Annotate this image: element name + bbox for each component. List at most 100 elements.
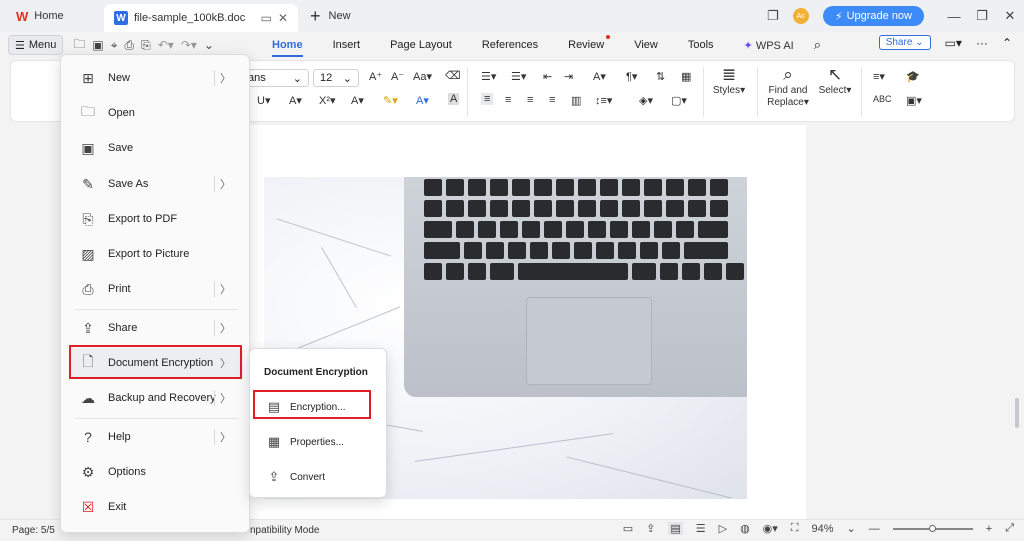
menu-item-help[interactable]: ? Help 〉 (71, 422, 243, 452)
char-shading-icon[interactable]: A (448, 93, 460, 105)
line-spacing-icon[interactable]: ↕≡▾ (595, 94, 612, 107)
clear-format-icon[interactable]: ⌫ (445, 69, 461, 82)
page-indicator[interactable]: Page: 5/5 (12, 525, 55, 536)
close-tab-icon[interactable]: ✕ (278, 11, 288, 25)
select-button[interactable]: ↖ Select▾ (815, 66, 855, 97)
menu-item-share[interactable]: ⇪ Share 〉 (71, 313, 243, 343)
picture-select-icon[interactable]: ▣▾ (906, 94, 922, 107)
submenu-item-properties[interactable]: ▦ Properties... (258, 429, 382, 455)
menu-item-save[interactable]: ▣ Save (71, 133, 243, 163)
tab-review[interactable]: Review (568, 35, 611, 51)
maximize-icon[interactable]: ❐ (968, 8, 996, 24)
menu-item-backup-recovery[interactable]: ☁ Backup and Recovery 〉 (71, 383, 243, 413)
submenu-item-convert[interactable]: ⇪ Convert (258, 464, 382, 490)
table-border-icon[interactable]: ▦ (681, 70, 691, 83)
paragraph-mark-icon[interactable]: ¶▾ (626, 70, 637, 83)
page-view-icon[interactable]: ▤ (668, 522, 683, 535)
asian-layout-icon[interactable]: A▾ (593, 70, 606, 83)
graduation-cap-icon[interactable]: 🎓 (906, 70, 920, 83)
list-view-icon[interactable]: ☰ (696, 522, 706, 535)
shading-icon[interactable]: ◈▾ (639, 94, 653, 107)
underline-icon[interactable]: U▾ (257, 94, 270, 107)
scrollbar-thumb[interactable] (1015, 398, 1019, 428)
font-size-combo[interactable]: 12 ⌄ (313, 69, 359, 87)
collapse-ribbon-icon[interactable]: ⌃ (1002, 36, 1012, 50)
menu-item-print[interactable]: ⎙ Print 〉 (71, 274, 243, 304)
menu-item-export-pdf[interactable]: ⎘ Export to PDF (71, 204, 243, 234)
align-right-icon[interactable]: ≡ (527, 94, 533, 106)
menu-item-exit[interactable]: ☒ Exit (71, 492, 243, 522)
zoom-in-icon[interactable]: + (986, 523, 992, 535)
menu-item-new[interactable]: ⊞ New 〉 (71, 63, 243, 93)
indent-icon[interactable]: ⇥ (564, 70, 573, 83)
borders-icon[interactable]: ▢▾ (671, 94, 687, 107)
minimize-icon[interactable]: — (940, 9, 968, 24)
tab-home[interactable]: Home (272, 39, 303, 57)
document-tab[interactable]: W file-sample_100kB.doc ▭ ✕ (104, 4, 298, 32)
styles-button[interactable]: ≣ Styles▾ (711, 66, 747, 97)
zoom-slider[interactable] (892, 524, 973, 532)
menu-item-export-picture[interactable]: ▨ Export to Picture (71, 239, 243, 269)
undo-icon[interactable]: ↶▾ (158, 38, 174, 52)
align-center-icon[interactable]: ≡ (505, 94, 511, 106)
search-icon[interactable]: ⌕ (814, 37, 821, 53)
zoom-out-icon[interactable]: — (869, 523, 880, 535)
menu-item-save-as[interactable]: ✎ Save As 〉 (71, 169, 243, 199)
distribute-icon[interactable]: ▥ (571, 94, 581, 107)
menu-item-open[interactable]: 🗀 Open (71, 98, 243, 128)
window-restore-icon[interactable]: ❐ (759, 8, 787, 24)
highlight-icon[interactable]: ✎▾ (383, 94, 398, 107)
shrink-font-icon[interactable]: A⁻ (391, 70, 404, 83)
strikethrough-icon[interactable]: A▾ (289, 94, 302, 107)
tab-tools[interactable]: Tools (688, 39, 714, 51)
redo-icon[interactable]: ↷▾ (181, 38, 197, 52)
fullscreen-icon[interactable]: ⤢ (1005, 522, 1014, 535)
grow-font-icon[interactable]: A⁺ (369, 70, 382, 83)
sort-icon[interactable]: ⇅ (656, 70, 665, 83)
superscript-icon[interactable]: X²▾ (319, 94, 336, 107)
upgrade-button[interactable]: ⚡ Upgrade now (822, 6, 924, 26)
new-tab-button[interactable]: + New (310, 6, 351, 27)
tab-view[interactable]: View (634, 39, 658, 51)
tab-references[interactable]: References (482, 39, 538, 51)
tab-insert[interactable]: Insert (333, 39, 361, 51)
fit-screen-icon[interactable]: ⛶ (791, 522, 799, 535)
tab-page-layout[interactable]: Page Layout (390, 39, 452, 51)
print-preview-icon[interactable]: ⎘ (141, 38, 151, 53)
font-color-icon[interactable]: A▾ (416, 94, 429, 107)
align-left-icon[interactable]: ≡ (481, 93, 494, 105)
home-tab[interactable]: W Home (6, 3, 100, 29)
text-effects-icon[interactable]: A▾ (351, 94, 364, 107)
numbered-list-icon[interactable]: ☰▾ (511, 70, 526, 83)
font-name-combo[interactable]: ans ⌄ (241, 69, 309, 87)
share-doc-icon[interactable]: ⇪ (646, 522, 655, 535)
more-options-icon[interactable]: ··· (976, 36, 988, 50)
share-button[interactable]: Share ⌄ (878, 35, 931, 50)
more-chevron-icon[interactable]: ⌄ (204, 38, 214, 52)
close-window-icon[interactable]: ✕ (996, 8, 1024, 24)
justify-icon[interactable]: ≡ (549, 94, 555, 106)
wps-ai-button[interactable]: ✦ WPS AI (744, 39, 794, 52)
monitor-icon[interactable]: ▭ (261, 11, 272, 25)
menu-button[interactable]: ☰ Menu (8, 35, 64, 55)
print-icon[interactable]: ⎙ (125, 38, 135, 53)
zoom-slider-knob[interactable] (929, 524, 937, 532)
globe-icon[interactable]: ◍ (740, 522, 750, 535)
spell-check-icon[interactable]: ABC (873, 94, 892, 104)
play-icon[interactable]: ▷ (719, 522, 727, 535)
vertical-scrollbar[interactable] (1012, 126, 1022, 521)
text-direction-icon[interactable]: ≡▾ (873, 70, 885, 83)
change-case-icon[interactable]: Aa▾ (413, 70, 432, 83)
bullet-list-icon[interactable]: ☰▾ (481, 70, 496, 83)
find-replace-button[interactable]: ⌕ Find and Replace▾ (765, 66, 811, 109)
menu-item-options[interactable]: ⚙ Options (71, 457, 243, 487)
brush-icon[interactable]: ⌖ (111, 38, 118, 53)
open-folder-icon[interactable]: 🗀 (73, 35, 85, 56)
comment-icon[interactable]: ▭▾ (945, 36, 962, 50)
eye-icon[interactable]: ◉▾ (763, 522, 778, 535)
chevron-down-icon[interactable]: ⌄ (847, 522, 856, 535)
save-icon[interactable]: ▣ (92, 38, 103, 52)
avatar[interactable]: Ac (792, 8, 809, 24)
outline-icon[interactable]: ▭ (623, 522, 633, 535)
outdent-icon[interactable]: ⇤ (543, 70, 552, 83)
